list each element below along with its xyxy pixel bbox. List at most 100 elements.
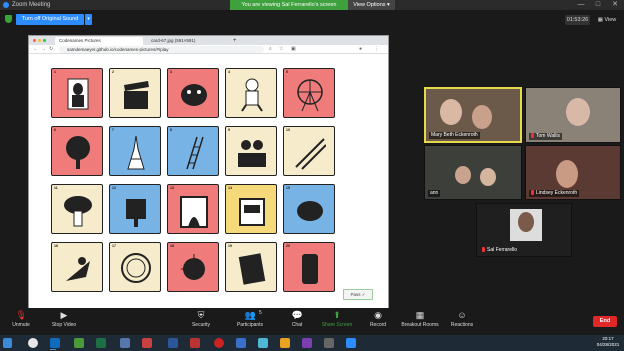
- board-card[interactable]: 15: [283, 184, 335, 234]
- zoom-taskbar-icon[interactable]: [346, 338, 356, 348]
- tab-card-image[interactable]: card-67.jpg (591×591): [147, 37, 227, 45]
- share-banner: You are viewing Sal Ferrarello's screen …: [230, 0, 395, 10]
- card-number: 8: [170, 128, 172, 132]
- participant-video-tom[interactable]: Tom Wallis: [525, 87, 621, 143]
- board-card[interactable]: 10: [283, 126, 335, 176]
- chat-button[interactable]: 💬 Chat: [286, 310, 308, 328]
- back-icon[interactable]: ←: [33, 46, 38, 53]
- participant-name: Tom Wallis: [529, 133, 562, 140]
- taskbar-clock: 20:17 04/28/2021: [592, 336, 624, 348]
- maximize-dot-icon[interactable]: [43, 39, 46, 42]
- view-button[interactable]: ▦ View: [594, 15, 620, 25]
- card-number: 20: [286, 244, 290, 248]
- card-number: 9: [228, 128, 230, 132]
- outlook-icon[interactable]: [50, 338, 60, 348]
- card-number: 2: [112, 70, 114, 74]
- board-card[interactable]: 4: [225, 68, 277, 118]
- board-card[interactable]: 16: [51, 242, 103, 292]
- record-button[interactable]: ◉ Record: [366, 310, 390, 328]
- media-icon[interactable]: [190, 338, 200, 348]
- original-sound-button[interactable]: Turn off Original Sound: [16, 14, 84, 25]
- file-icon[interactable]: [74, 338, 84, 348]
- breakout-icon: ▦: [415, 310, 425, 320]
- breakout-rooms-button[interactable]: ▦ Breakout Rooms: [398, 310, 442, 328]
- star-icon[interactable]: ☆: [279, 46, 283, 53]
- board-card[interactable]: 2: [109, 68, 161, 118]
- board-card[interactable]: 18: [167, 242, 219, 292]
- chevron-down-icon[interactable]: ▾: [85, 14, 92, 25]
- card-number: 19: [228, 244, 232, 248]
- meeting-toolbar: 🎙 Unmute ▶ Stop Video ⛨ Security 👥 Participa…: [0, 308, 624, 335]
- mic-muted-icon: [531, 133, 534, 139]
- participant-video-ann[interactable]: ann: [424, 145, 522, 200]
- app-icon[interactable]: [120, 338, 130, 348]
- close-dot-icon[interactable]: [33, 39, 36, 42]
- close-button[interactable]: ✕: [609, 0, 621, 10]
- teams-icon[interactable]: [236, 338, 246, 348]
- board-card[interactable]: 17: [109, 242, 161, 292]
- board-card[interactable]: 1: [51, 68, 103, 118]
- maximize-button[interactable]: □: [592, 0, 604, 10]
- folder-icon[interactable]: [280, 338, 290, 348]
- board-card[interactable]: 5: [283, 68, 335, 118]
- url-input[interactable]: samdemaeyer.github.io/codenames-pictures…: [59, 46, 264, 53]
- share-screen-button[interactable]: ⬆ Share Screen: [318, 310, 356, 328]
- chrome-icon[interactable]: [28, 338, 38, 348]
- unmute-button[interactable]: 🎙 Unmute: [8, 310, 34, 328]
- shared-browser-window: Codenames Pictures card-67.jpg (591×591)…: [28, 35, 389, 310]
- shield-icon: ⛨: [197, 310, 205, 320]
- visual-studio-icon[interactable]: [302, 338, 312, 348]
- camera-icon: ▶: [60, 310, 68, 320]
- search-icon[interactable]: ⌕: [269, 46, 272, 53]
- view-options-button[interactable]: View Options ▾: [348, 0, 395, 10]
- stop-video-button[interactable]: ▶ Stop Video: [48, 310, 80, 328]
- board-card[interactable]: 6: [51, 126, 103, 176]
- new-tab-button[interactable]: +: [229, 37, 239, 45]
- pass-button[interactable]: Pass ✓: [343, 289, 373, 300]
- participant-video-lindsey[interactable]: Lindsey Eckenroth: [525, 145, 621, 200]
- participant-name: Sal Ferrarello: [480, 247, 519, 254]
- security-button[interactable]: ⛨ Security: [188, 310, 214, 328]
- excel-icon[interactable]: [96, 338, 106, 348]
- reload-icon[interactable]: ↻: [49, 46, 53, 53]
- tab-codenames[interactable]: Codenames Pictures: [55, 37, 143, 45]
- card-number: 10: [286, 128, 290, 132]
- minimize-button[interactable]: —: [575, 0, 587, 10]
- reactions-button[interactable]: ☺ Reactions: [448, 310, 476, 328]
- card-number: 4: [228, 70, 230, 74]
- board-card[interactable]: 7: [109, 126, 161, 176]
- participant-video-sal[interactable]: Sal Ferrarello: [476, 203, 572, 257]
- end-meeting-button[interactable]: End: [593, 316, 617, 327]
- board-card[interactable]: 11: [51, 184, 103, 234]
- board-card[interactable]: 14: [225, 184, 277, 234]
- extension-icon[interactable]: ▣: [291, 46, 296, 53]
- board-card[interactable]: 19: [225, 242, 277, 292]
- participant-name: ann: [428, 190, 441, 197]
- security-shield-icon[interactable]: [5, 15, 12, 23]
- filezilla-icon[interactable]: [142, 338, 152, 348]
- opera-icon[interactable]: [214, 338, 224, 348]
- word-icon[interactable]: [168, 338, 178, 348]
- board-card[interactable]: 13: [167, 184, 219, 234]
- participant-video-mary-beth[interactable]: Mary Beth Eckenroth: [424, 87, 522, 143]
- address-bar: ← → ↻ samdemaeyer.github.io/codenames-pi…: [29, 45, 388, 54]
- app-icon[interactable]: [258, 338, 268, 348]
- board-card[interactable]: 9: [225, 126, 277, 176]
- board-card[interactable]: 8: [167, 126, 219, 176]
- board-card[interactable]: 12: [109, 184, 161, 234]
- active-app-indicator: [50, 349, 56, 350]
- participants-button[interactable]: 👥 Participants: [232, 310, 268, 328]
- people-icon: 👥: [244, 310, 256, 320]
- windows-start-icon[interactable]: [3, 338, 12, 348]
- profile-icon[interactable]: ●: [359, 46, 362, 53]
- minimize-dot-icon[interactable]: [38, 39, 41, 42]
- card-number: 7: [112, 128, 114, 132]
- board-card[interactable]: 3: [167, 68, 219, 118]
- meeting-timer: 01:53:26: [565, 15, 590, 25]
- board-card[interactable]: 20: [283, 242, 335, 292]
- menu-icon[interactable]: ⋮: [374, 46, 379, 53]
- app-icon[interactable]: [324, 338, 334, 348]
- clock-date: 04/28/2021: [596, 342, 620, 347]
- record-label: Record: [369, 322, 387, 328]
- forward-icon[interactable]: →: [41, 46, 46, 53]
